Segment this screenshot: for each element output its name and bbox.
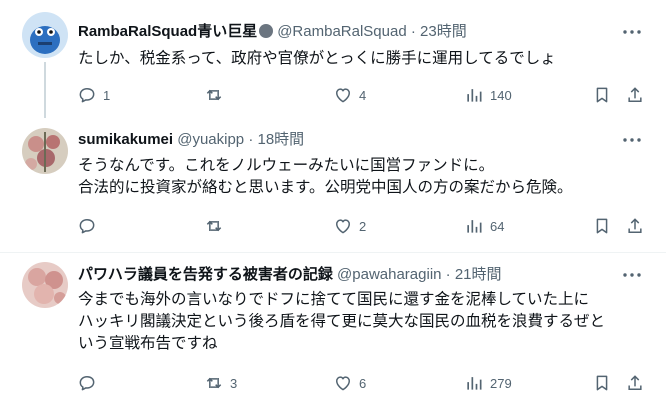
tweet-text-line: いう宣戦布告ですね: [78, 335, 218, 352]
bookmark-button[interactable]: [592, 83, 612, 107]
heart-icon: [336, 88, 350, 103]
tweet-1[interactable]: RambaRalSquad青い巨星 @RambaRalSquad · 23時間 た…: [0, 0, 666, 118]
tweet-text-line: 合法的に投資家が絡むと思います。公明党中国人の方の案だから危険。: [78, 179, 573, 196]
reply-button[interactable]: 1: [77, 83, 110, 107]
retweet-count: 3: [230, 375, 238, 391]
reply-icon: [79, 88, 95, 103]
view-count: 64: [490, 218, 505, 234]
bookmark-icon: [596, 375, 608, 391]
reply-button[interactable]: [77, 371, 103, 395]
timestamp[interactable]: 21時間: [455, 266, 502, 283]
share-icon: [628, 218, 642, 233]
reply-icon: [79, 376, 95, 391]
avatar[interactable]: [22, 262, 68, 308]
views-chart-icon: [467, 89, 482, 102]
retweet-button[interactable]: [204, 83, 230, 107]
tweet-text-line: 今までも海外の言いなりでドフに捨てて国民に還す金を泥棒していた上に: [78, 291, 590, 308]
reply-count: 1: [103, 87, 111, 103]
tweet-text: たしか、税金系って、政府や官僚がとっくに勝手に運用してるでしょ: [78, 48, 644, 70]
view-count: 140: [490, 87, 512, 103]
share-button[interactable]: [625, 214, 645, 238]
retweet-button[interactable]: 3: [204, 371, 237, 395]
retweet-button[interactable]: [204, 214, 230, 238]
views-chart-icon: [467, 377, 482, 390]
share-icon: [628, 375, 642, 390]
handle[interactable]: @pawaharagiin: [337, 266, 441, 283]
display-name[interactable]: パワハラ議員を告発する被害者の記録: [78, 266, 333, 283]
more-options-icon[interactable]: [620, 130, 644, 150]
retweet-icon: [206, 377, 222, 389]
views-button[interactable]: 64: [464, 214, 504, 238]
more-options-icon[interactable]: [620, 22, 644, 42]
handle[interactable]: @RambaRalSquad: [277, 23, 406, 40]
separator: ·: [244, 131, 258, 148]
tweet-text-line: ハッキリ閣議決定という後ろ盾を得て更に莫大な国民の血税を浪費するぜと: [78, 313, 606, 330]
action-bar: 1 4 140: [68, 83, 648, 107]
tweet-text-line: そうなんです。これをノルウェーみたいに国営ファンドに。: [78, 157, 495, 174]
action-bar: 3 6 279: [68, 371, 648, 395]
like-button[interactable]: 4: [333, 83, 366, 107]
like-count: 6: [359, 375, 367, 391]
bookmark-icon: [596, 87, 608, 103]
heart-icon: [336, 376, 350, 391]
share-button[interactable]: [625, 83, 645, 107]
views-chart-icon: [467, 220, 482, 233]
thread-line: [44, 62, 46, 118]
views-button[interactable]: 279: [464, 371, 512, 395]
tweet-2[interactable]: sumikakumei @yuakipp · 18時間 そうなんです。これをノル…: [0, 118, 666, 252]
reply-icon: [79, 219, 95, 234]
handle[interactable]: @yuakipp: [177, 131, 244, 148]
like-count: 4: [359, 87, 367, 103]
bookmark-icon: [596, 218, 608, 234]
view-count: 279: [490, 375, 512, 391]
separator: ·: [406, 23, 421, 40]
more-options-icon[interactable]: [620, 265, 644, 285]
like-button[interactable]: 6: [333, 371, 366, 395]
action-bar: 2 64: [68, 214, 648, 238]
tweet-header: sumikakumei @yuakipp · 18時間: [78, 129, 304, 151]
heart-icon: [336, 219, 350, 234]
separator: ·: [441, 266, 455, 283]
bookmark-button[interactable]: [592, 371, 612, 395]
timestamp[interactable]: 18時間: [258, 131, 305, 148]
timestamp[interactable]: 23時間: [420, 23, 467, 40]
display-name[interactable]: sumikakumei: [78, 131, 173, 148]
retweet-icon: [206, 89, 222, 101]
like-count: 2: [359, 218, 367, 234]
badge-icon: [259, 24, 274, 38]
share-icon: [628, 87, 642, 102]
like-button[interactable]: 2: [333, 214, 366, 238]
retweet-icon: [206, 220, 222, 232]
tweet-text: そうなんです。これをノルウェーみたいに国営ファンドに。 合法的に投資家が絡むと思…: [78, 155, 644, 199]
avatar[interactable]: [22, 12, 68, 58]
tweet-header: RambaRalSquad青い巨星 @RambaRalSquad · 23時間: [78, 21, 467, 43]
tweet-header: パワハラ議員を告発する被害者の記録 @pawaharagiin · 21時間: [78, 264, 502, 286]
share-button[interactable]: [625, 371, 645, 395]
avatar[interactable]: [22, 128, 68, 174]
tweet-3[interactable]: パワハラ議員を告発する被害者の記録 @pawaharagiin · 21時間 今…: [0, 253, 666, 409]
tweet-text: 今までも海外の言いなりでドフに捨てて国民に還す金を泥棒していた上に ハッキリ閣議…: [78, 289, 644, 355]
bookmark-button[interactable]: [592, 214, 612, 238]
tweet-text-line: たしか、税金系って、政府や官僚がとっくに勝手に運用してるでしょ: [78, 50, 556, 67]
reply-button[interactable]: [77, 214, 103, 238]
display-name[interactable]: RambaRalSquad青い巨星: [78, 23, 257, 40]
views-button[interactable]: 140: [464, 83, 512, 107]
